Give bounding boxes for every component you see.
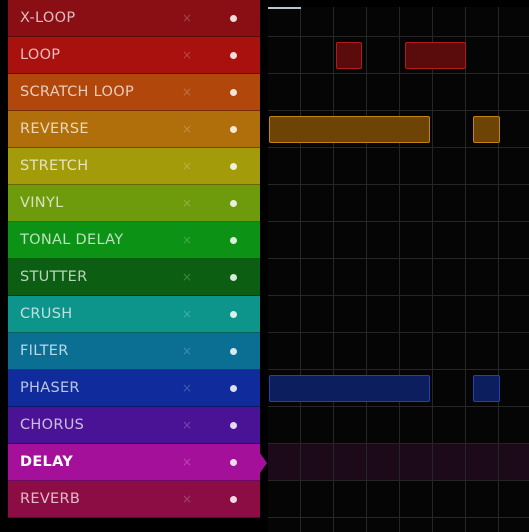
selected-row-indicator-icon xyxy=(260,452,267,473)
close-icon[interactable]: × xyxy=(180,259,194,296)
enable-dot-icon[interactable] xyxy=(230,237,237,244)
enable-dot-icon[interactable] xyxy=(230,422,237,429)
close-icon[interactable]: × xyxy=(180,0,194,37)
effect-label: DELAY xyxy=(20,454,74,470)
effect-label: REVERB xyxy=(20,491,81,507)
effect-list: X-LOOP × LOOP × SCRATCH LOOP × REVERSE ×… xyxy=(8,0,260,532)
effect-label: FILTER xyxy=(20,343,69,359)
grid-lines xyxy=(268,7,529,532)
close-icon[interactable]: × xyxy=(180,481,194,518)
enable-dot-icon[interactable] xyxy=(230,496,237,503)
enable-dot-icon[interactable] xyxy=(230,15,237,22)
effect-row-crush[interactable]: CRUSH × xyxy=(8,296,260,333)
effect-row-stretch[interactable]: STRETCH × xyxy=(8,148,260,185)
close-icon[interactable]: × xyxy=(180,370,194,407)
clip[interactable] xyxy=(473,116,500,143)
close-icon[interactable]: × xyxy=(180,111,194,148)
effect-row-reverse[interactable]: REVERSE × xyxy=(8,111,260,148)
enable-dot-icon[interactable] xyxy=(230,311,237,318)
enable-dot-icon[interactable] xyxy=(230,163,237,170)
effect-label: REVERSE xyxy=(20,121,89,137)
effect-label: CHORUS xyxy=(20,417,85,433)
enable-dot-icon[interactable] xyxy=(230,52,237,59)
effect-row-x-loop[interactable]: X-LOOP × xyxy=(8,0,260,37)
enable-dot-icon[interactable] xyxy=(230,385,237,392)
effects-sequencer: X-LOOP × LOOP × SCRATCH LOOP × REVERSE ×… xyxy=(0,0,529,532)
effect-label: VINYL xyxy=(20,195,64,211)
close-icon[interactable]: × xyxy=(180,185,194,222)
effect-label: TONAL DELAY xyxy=(20,232,124,248)
close-icon[interactable]: × xyxy=(180,407,194,444)
close-icon[interactable]: × xyxy=(180,222,194,259)
effect-label: LOOP xyxy=(20,47,61,63)
close-icon[interactable]: × xyxy=(180,296,194,333)
effect-label: PHASER xyxy=(20,380,80,396)
effect-row-loop[interactable]: LOOP × xyxy=(8,37,260,74)
close-icon[interactable]: × xyxy=(180,74,194,111)
enable-dot-icon[interactable] xyxy=(230,459,237,466)
effect-label: SCRATCH LOOP xyxy=(20,84,134,100)
enable-dot-icon[interactable] xyxy=(230,274,237,281)
clip[interactable] xyxy=(405,42,466,69)
effect-row-tonal-delay[interactable]: TONAL DELAY × xyxy=(8,222,260,259)
enable-dot-icon[interactable] xyxy=(230,89,237,96)
effect-label: X-LOOP xyxy=(20,10,76,26)
close-icon[interactable]: × xyxy=(180,444,194,481)
effect-row-filter[interactable]: FILTER × xyxy=(8,333,260,370)
clip[interactable] xyxy=(269,116,431,143)
effect-row-vinyl[interactable]: VINYL × xyxy=(8,185,260,222)
effect-row-delay[interactable]: DELAY × xyxy=(8,444,260,481)
clip[interactable] xyxy=(269,375,431,402)
effect-row-reverb[interactable]: REVERB × xyxy=(8,481,260,518)
enable-dot-icon[interactable] xyxy=(230,348,237,355)
clip[interactable] xyxy=(473,375,500,402)
effect-row-chorus[interactable]: CHORUS × xyxy=(8,407,260,444)
effect-label: STRETCH xyxy=(20,158,89,174)
enable-dot-icon[interactable] xyxy=(230,200,237,207)
enable-dot-icon[interactable] xyxy=(230,126,237,133)
close-icon[interactable]: × xyxy=(180,37,194,74)
playhead[interactable] xyxy=(268,7,301,9)
effect-row-stutter[interactable]: STUTTER × xyxy=(8,259,260,296)
close-icon[interactable]: × xyxy=(180,148,194,185)
clip[interactable] xyxy=(335,42,362,69)
close-icon[interactable]: × xyxy=(180,333,194,370)
effect-label: STUTTER xyxy=(20,269,88,285)
effect-row-scratch-loop[interactable]: SCRATCH LOOP × xyxy=(8,74,260,111)
effect-row-phaser[interactable]: PHASER × xyxy=(8,370,260,407)
sequencer-grid[interactable] xyxy=(268,7,529,532)
effect-label: CRUSH xyxy=(20,306,73,322)
